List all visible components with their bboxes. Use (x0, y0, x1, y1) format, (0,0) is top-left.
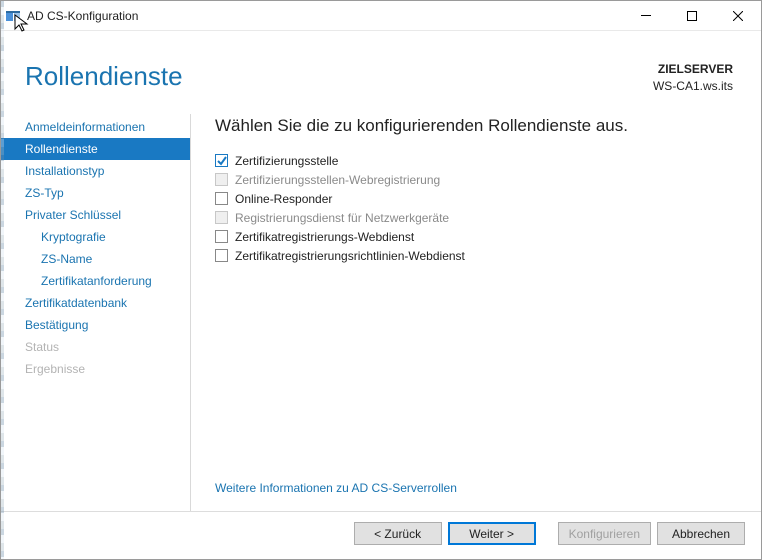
close-button[interactable] (715, 1, 761, 31)
checkbox[interactable] (215, 230, 228, 243)
sidebar-item[interactable]: Bestätigung (1, 314, 190, 336)
checkbox-label: Zertifizierungsstellen-Webregistrierung (235, 173, 440, 187)
checkbox-label: Registrierungsdienst für Netzwerkgeräte (235, 211, 449, 225)
main-panel: Wählen Sie die zu konfigurierenden Rolle… (191, 114, 761, 511)
back-button[interactable]: < Zurück (354, 522, 442, 545)
configure-button[interactable]: Konfigurieren (558, 522, 651, 545)
sidebar-item[interactable]: Kryptografie (1, 226, 190, 248)
checkbox-label: Zertifikatregistrierungs-Webdienst (235, 230, 414, 244)
role-service-row: Zertifikatregistrierungsrichtlinien-Webd… (215, 249, 737, 263)
role-service-row: Zertifikatregistrierungs-Webdienst (215, 230, 737, 244)
target-server-label: ZIELSERVER (653, 61, 733, 78)
sidebar-item: Status (1, 336, 190, 358)
minimize-button[interactable] (623, 1, 669, 31)
target-server-info: ZIELSERVER WS-CA1.ws.its (653, 61, 733, 96)
sidebar: AnmeldeinformationenRollendiensteInstall… (1, 114, 191, 511)
sidebar-item[interactable]: Installationstyp (1, 160, 190, 182)
cancel-button[interactable]: Abbrechen (657, 522, 745, 545)
maximize-button[interactable] (669, 1, 715, 31)
checkbox (215, 173, 228, 186)
page-heading: Rollendienste (25, 61, 183, 96)
sidebar-item[interactable]: Privater Schlüssel (1, 204, 190, 226)
left-decor-bar (1, 1, 4, 559)
sidebar-item[interactable]: Zertifikatdatenbank (1, 292, 190, 314)
wizard-window: AD CS-Konfiguration Rollendienste ZIELSE… (0, 0, 762, 560)
role-service-row: Zertifizierungsstellen-Webregistrierung (215, 173, 737, 187)
checkbox-label: Zertifizierungsstelle (235, 154, 338, 168)
checkbox[interactable] (215, 154, 228, 167)
sidebar-item[interactable]: ZS-Name (1, 248, 190, 270)
app-icon (5, 8, 21, 24)
checkbox (215, 211, 228, 224)
sidebar-item[interactable]: ZS-Typ (1, 182, 190, 204)
header: Rollendienste ZIELSERVER WS-CA1.ws.its (1, 31, 761, 114)
sidebar-item: Ergebnisse (1, 358, 190, 380)
target-server-value: WS-CA1.ws.its (653, 78, 733, 95)
checkbox[interactable] (215, 249, 228, 262)
body: AnmeldeinformationenRollendiensteInstall… (1, 114, 761, 511)
role-service-row: Zertifizierungsstelle (215, 154, 737, 168)
checkbox[interactable] (215, 192, 228, 205)
instruction-text: Wählen Sie die zu konfigurierenden Rolle… (215, 116, 737, 136)
next-button[interactable]: Weiter > (448, 522, 536, 545)
titlebar: AD CS-Konfiguration (1, 1, 761, 31)
window-title: AD CS-Konfiguration (27, 9, 138, 23)
role-service-row: Registrierungsdienst für Netzwerkgeräte (215, 211, 737, 225)
role-service-row: Online-Responder (215, 192, 737, 206)
more-info-link[interactable]: Weitere Informationen zu AD CS-Serverrol… (215, 473, 737, 511)
sidebar-item[interactable]: Rollendienste (1, 138, 190, 160)
checkbox-label: Online-Responder (235, 192, 332, 206)
role-services-list: Zertifizierungsstelle Zertifizierungsstel… (215, 154, 737, 263)
footer: < Zurück Weiter > Konfigurieren Abbreche… (1, 511, 761, 559)
checkbox-label: Zertifikatregistrierungsrichtlinien-Webd… (235, 249, 465, 263)
sidebar-item[interactable]: Zertifikatanforderung (1, 270, 190, 292)
sidebar-item[interactable]: Anmeldeinformationen (1, 116, 190, 138)
